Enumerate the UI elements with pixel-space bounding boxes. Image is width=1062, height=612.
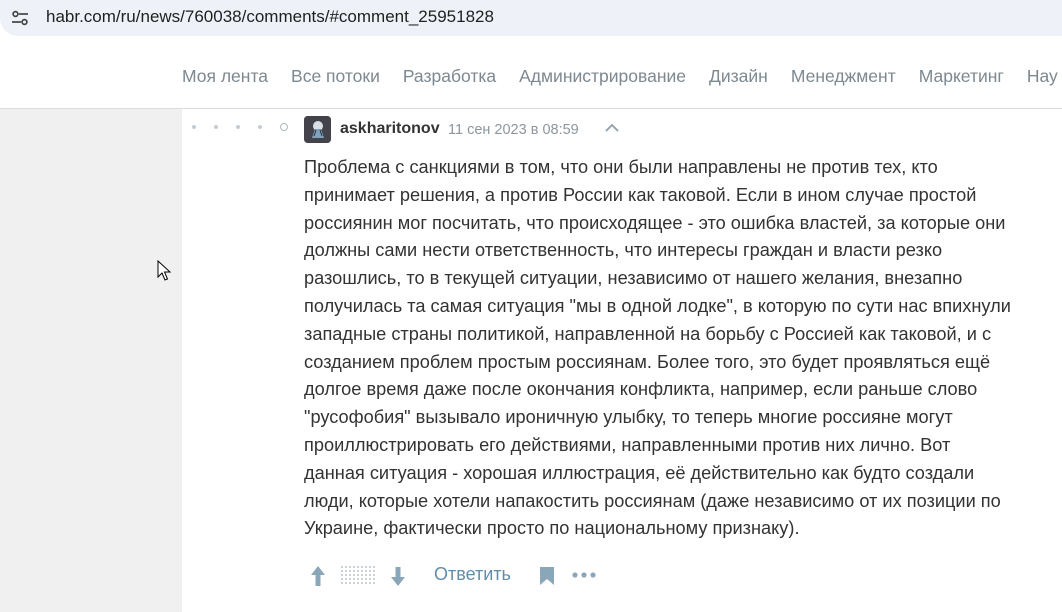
indent-dot — [236, 125, 240, 129]
vote-score — [340, 565, 376, 585]
comment-date[interactable]: 11 сен 2023 в 08:59 — [448, 122, 579, 138]
nav-item[interactable]: Разработка — [403, 66, 496, 87]
url-field[interactable]: habr.com/ru/news/760038/comments/#commen… — [0, 0, 1062, 36]
mouse-pointer-icon — [157, 260, 171, 281]
indent-dot — [258, 125, 262, 129]
arrow-down-icon[interactable] — [388, 565, 408, 587]
indent-dot — [192, 125, 196, 129]
url-text[interactable]: habr.com/ru/news/760038/comments/#commen… — [46, 7, 494, 27]
comment-footer: Ответить — [304, 560, 624, 592]
nav-item[interactable]: Дизайн — [709, 66, 768, 87]
thread-indent-dots — [192, 123, 306, 131]
avatar-image — [304, 116, 331, 143]
bookmark-icon[interactable] — [539, 566, 555, 586]
comment-text: Проблема с санкциями в том, что они были… — [304, 157, 1011, 539]
thread-node-icon[interactable] — [280, 123, 288, 131]
browser-address-bar: habr.com/ru/news/760038/comments/#commen… — [0, 0, 1062, 38]
chevron-up-icon[interactable] — [603, 121, 621, 135]
comment-author[interactable]: askharitonov — [340, 120, 440, 138]
reply-button[interactable]: Ответить — [434, 564, 511, 585]
nav-list: Моя лента Все потоки Разработка Администрир… — [182, 66, 1062, 87]
nav-item[interactable]: Все потоки — [291, 66, 380, 87]
avatar[interactable] — [304, 116, 331, 143]
arrow-up-icon[interactable] — [308, 564, 328, 588]
hub-navigation: Моя лента Все потоки Разработка Администрир… — [0, 38, 1062, 109]
indent-dot — [214, 125, 218, 129]
nav-item[interactable]: Моя лента — [182, 66, 268, 87]
nav-item[interactable]: Маркетинг — [919, 66, 1004, 87]
nav-item[interactable]: Администрирование — [519, 66, 686, 87]
more-horizontal-icon[interactable] — [571, 571, 597, 579]
nav-item[interactable]: Менеджмент — [791, 66, 896, 87]
tune-icon[interactable] — [10, 8, 30, 28]
nav-item[interactable]: Нау — [1027, 66, 1058, 87]
